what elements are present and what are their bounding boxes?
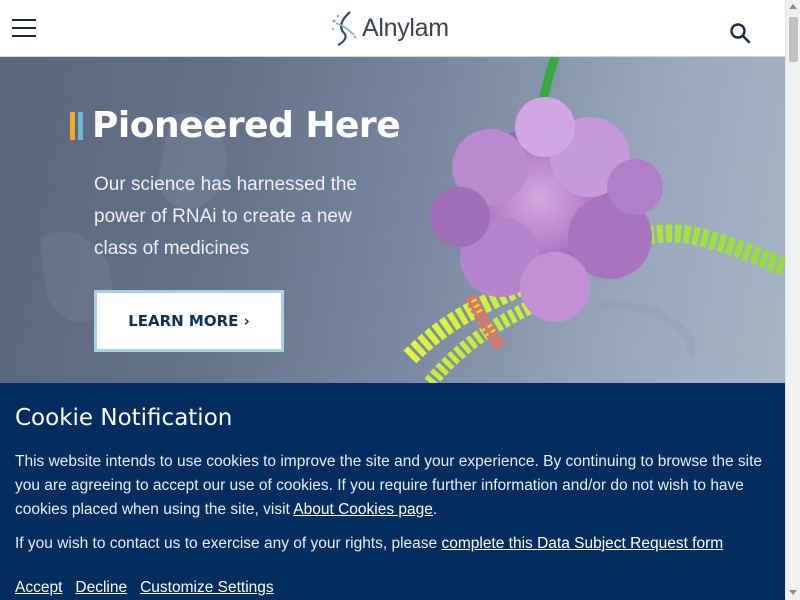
customize-settings-link[interactable]: Customize Settings	[140, 576, 274, 600]
about-cookies-link[interactable]: About Cookies page	[293, 501, 433, 518]
learn-more-button[interactable]: LEARN MORE ›	[94, 290, 284, 352]
data-subject-request-link[interactable]: complete this Data Subject Request form	[441, 535, 723, 552]
hero-title: Pioneered Here	[92, 105, 401, 146]
cookie-title: Cookie Notification	[15, 405, 233, 431]
alnylam-logo[interactable]: Alnylam	[330, 8, 449, 48]
cookie-rights-intro: If you wish to contact us to exercise an…	[15, 535, 442, 552]
hero-heading: Pioneered Here	[70, 105, 401, 146]
decline-cookies-link[interactable]: Decline	[75, 576, 127, 600]
cookie-rights-text: If you wish to contact us to exercise an…	[15, 532, 775, 556]
search-icon[interactable]	[729, 22, 751, 44]
page-scrollbar[interactable]	[785, 0, 800, 600]
hero-banner: Pioneered Here Our science has harnessed…	[0, 57, 785, 383]
alnylam-logo-mark-icon	[331, 11, 357, 46]
scroll-down-arrow-icon[interactable]	[789, 590, 797, 595]
cookie-body-text: This website intends to use cookies to i…	[15, 450, 775, 522]
accept-cookies-link[interactable]: Accept	[15, 576, 62, 600]
accent-bars-icon	[70, 111, 83, 140]
cookie-body-period: .	[432, 501, 438, 518]
cookie-actions: Accept Decline Customize Settings	[15, 576, 274, 600]
scroll-thumb[interactable]	[789, 17, 798, 62]
scroll-up-arrow-icon[interactable]	[789, 4, 797, 9]
site-header: Alnylam	[0, 0, 785, 57]
hamburger-menu-icon[interactable]	[12, 18, 36, 38]
logo-text: Alnylam	[362, 13, 449, 42]
cookie-notification-banner: Cookie Notification This website intends…	[0, 383, 785, 600]
hero-subtitle: Our science has harnessed the power of R…	[94, 174, 357, 259]
